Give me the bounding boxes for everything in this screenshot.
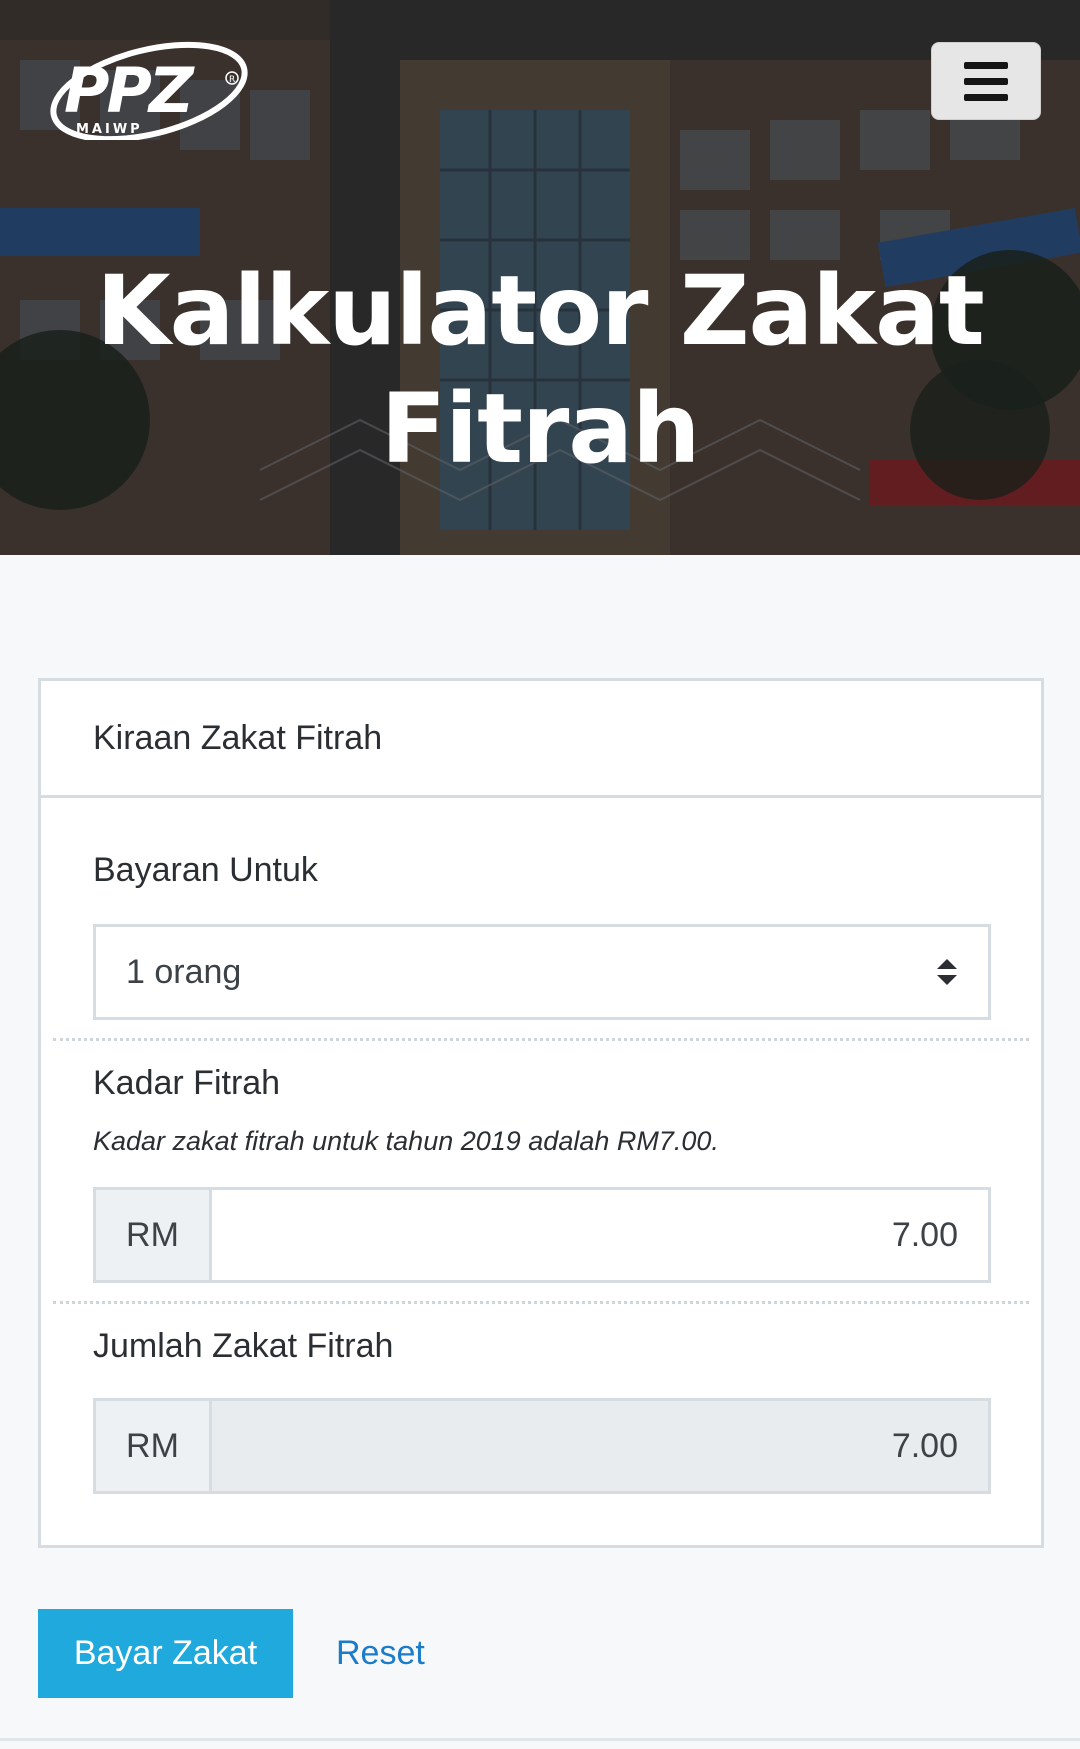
- reset-link[interactable]: Reset: [336, 1609, 425, 1698]
- divider: [53, 1301, 1029, 1304]
- menu-bar: [964, 93, 1008, 101]
- svg-text:PPZ: PPZ: [64, 54, 195, 127]
- ppz-logo[interactable]: PPZ MAIWP R: [44, 30, 254, 140]
- svg-text:R: R: [229, 75, 235, 85]
- total-input-group: RM 7.00: [93, 1398, 991, 1494]
- hamburger-menu-icon[interactable]: [931, 42, 1041, 120]
- menu-bar: [964, 77, 1008, 85]
- rate-input-group: RM 7.00: [93, 1187, 991, 1283]
- total-output: 7.00: [212, 1401, 988, 1491]
- calculator-card: Kiraan Zakat Fitrah Bayaran Untuk 1 oran…: [38, 678, 1044, 1548]
- rate-input[interactable]: 7.00: [212, 1190, 988, 1280]
- card-header: Kiraan Zakat Fitrah: [41, 681, 1041, 798]
- payment-for-select[interactable]: 1 orang: [93, 924, 991, 1020]
- card-title: Kiraan Zakat Fitrah: [93, 718, 383, 757]
- rate-label: Kadar Fitrah: [93, 1064, 281, 1102]
- divider: [53, 1038, 1029, 1041]
- total-label: Jumlah Zakat Fitrah: [93, 1327, 394, 1365]
- payment-for-selected-value: 1 orang: [126, 952, 242, 991]
- hero-banner: PPZ MAIWP R Kalkulator Zakat Fitrah: [0, 0, 1080, 555]
- select-caret-icon: [937, 959, 957, 985]
- svg-text:MAIWP: MAIWP: [76, 122, 143, 137]
- pay-zakat-button[interactable]: Bayar Zakat: [38, 1609, 293, 1698]
- menu-bar: [964, 61, 1008, 69]
- rate-currency-addon: RM: [96, 1190, 212, 1280]
- page-title: Kalkulator Zakat Fitrah: [96, 255, 984, 485]
- total-currency-addon: RM: [96, 1401, 212, 1491]
- footer-divider: [0, 1738, 1080, 1741]
- rate-note: Kadar zakat fitrah untuk tahun 2019 adal…: [93, 1126, 719, 1156]
- payment-for-label: Bayaran Untuk: [93, 851, 318, 889]
